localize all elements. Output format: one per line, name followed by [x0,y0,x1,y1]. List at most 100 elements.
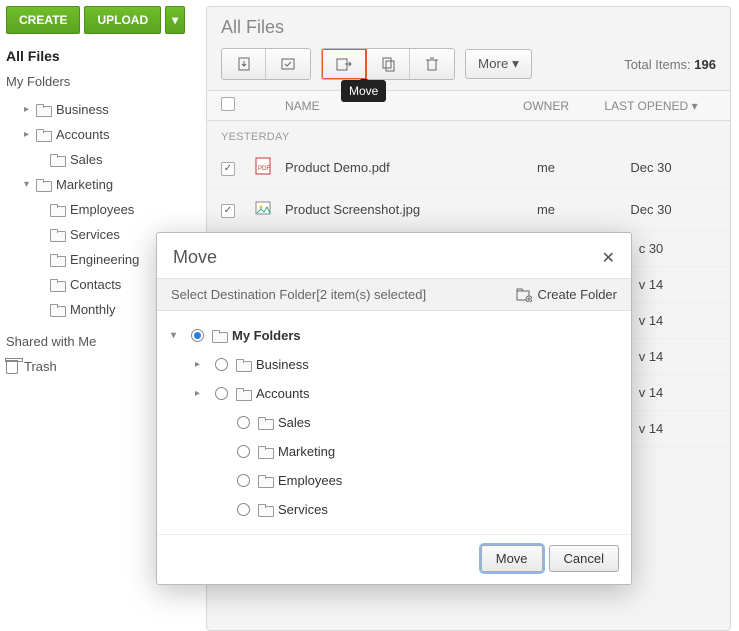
share-icon [280,56,296,72]
file-date: Dec 30 [586,202,716,217]
nav-my-folders[interactable]: My Folders [6,74,200,89]
move-icon [335,56,353,72]
tree-label: Services [70,227,120,242]
tree-item-sales[interactable]: Sales [6,147,200,172]
file-row[interactable]: ✓ Product Screenshot.jpg me Dec 30 [207,189,730,231]
dest-item-services[interactable]: Services [165,495,623,524]
chevron-down-icon: ▾ [692,99,698,113]
close-button[interactable]: ✕ [602,248,615,268]
dialog-subtitle: Select Destination Folder[2 item(s) sele… [171,287,426,302]
dest-item-my-folders[interactable]: ▾My Folders [165,321,623,350]
trash-label: Trash [24,359,57,374]
folder-icon [50,229,64,240]
select-all-checkbox[interactable] [221,97,235,111]
pdf-icon: PDF [255,157,271,175]
folder-icon [212,330,226,341]
tree-label: Contacts [70,277,121,292]
chevron-down-icon: ▾ [171,330,183,341]
folder-icon [258,446,272,457]
nav-all-files[interactable]: All Files [6,48,200,64]
tree-label: Business [56,102,109,117]
file-date: Dec 30 [586,160,716,175]
toolbar-share-button[interactable] [266,49,310,79]
col-owner[interactable]: OWNER [506,99,586,113]
folder-icon [50,304,64,315]
toolbar: More ▾ Total Items: 196 Move [207,44,730,90]
move-dialog: Move ✕ Select Destination Folder[2 item(… [156,232,632,585]
folder-icon [50,279,64,290]
tree-label: Engineering [70,252,139,267]
tree-label: Marketing [56,177,113,192]
tree-label: Sales [70,152,103,167]
radio-button[interactable] [237,445,250,458]
toolbar-delete-button[interactable] [410,49,454,79]
tree-item-employees[interactable]: Employees [6,197,200,222]
chevron-down-icon: ▾ [512,56,519,71]
folder-icon [36,129,50,140]
col-date[interactable]: LAST OPENED ▾ [586,99,716,113]
file-name: Product Demo.pdf [285,160,506,175]
file-owner: me [506,202,586,217]
tree-item-business[interactable]: ▸ Business [6,97,200,122]
folder-icon [36,179,50,190]
toolbar-copy-button[interactable] [366,49,410,79]
image-icon [255,199,271,217]
chevron-right-icon: ▸ [195,388,207,399]
total-items: Total Items: 196 [624,57,716,72]
dest-item-employees[interactable]: Employees [165,466,623,495]
move-confirm-button[interactable]: Move [481,545,543,572]
folder-icon [258,475,272,486]
dest-item-sales[interactable]: Sales [165,408,623,437]
trash-icon [6,360,18,374]
folder-icon [236,388,250,399]
file-owner: me [506,160,586,175]
chevron-right-icon: ▸ [195,359,207,370]
chevron-right-icon: ▸ [24,129,36,140]
tree-item-accounts[interactable]: ▸ Accounts [6,122,200,147]
file-name: Product Screenshot.jpg [285,202,506,217]
row-checkbox[interactable]: ✓ [221,162,235,176]
col-name[interactable]: NAME [285,99,506,113]
dialog-title: Move [173,247,217,268]
radio-button[interactable] [191,329,204,342]
tree-item-marketing[interactable]: ▾ Marketing [6,172,200,197]
create-folder-button[interactable]: Create Folder [516,287,617,302]
dest-item-accounts[interactable]: ▸Accounts [165,379,623,408]
tree-label: Accounts [56,127,109,142]
page-title: All Files [207,7,730,44]
radio-button[interactable] [237,503,250,516]
row-checkbox[interactable]: ✓ [221,204,235,218]
dest-item-business[interactable]: ▸Business [165,350,623,379]
radio-button[interactable] [237,474,250,487]
copy-icon [380,56,396,72]
toolbar-download-button[interactable] [222,49,266,79]
tree-label: Employees [70,202,134,217]
svg-text:PDF: PDF [258,166,270,172]
dest-item-marketing[interactable]: Marketing [165,437,623,466]
chevron-down-icon: ▾ [24,179,36,190]
trash-icon [425,56,439,72]
folder-icon [50,154,64,165]
toolbar-move-button[interactable] [322,49,366,79]
folder-icon [258,504,272,515]
folder-icon [258,417,272,428]
destination-tree: ▾My Folders ▸Business ▸Accounts Sales Ma… [157,311,631,534]
create-button[interactable]: CREATE [6,6,80,34]
radio-button[interactable] [215,387,228,400]
radio-button[interactable] [215,358,228,371]
create-folder-icon [516,288,532,302]
folder-icon [50,204,64,215]
group-yesterday: YESTERDAY [207,121,730,147]
folder-icon [50,254,64,265]
upload-button[interactable]: UPLOAD [84,6,161,34]
tree-label: Monthly [70,302,116,317]
upload-dropdown-button[interactable]: ▾ [165,6,185,34]
folder-icon [236,359,250,370]
toolbar-more-button[interactable]: More ▾ [465,49,532,79]
download-icon [236,56,252,72]
file-row[interactable]: ✓ PDF Product Demo.pdf me Dec 30 [207,147,730,189]
cancel-button[interactable]: Cancel [549,545,619,572]
chevron-right-icon: ▸ [24,104,36,115]
list-header: NAME OWNER LAST OPENED ▾ [207,90,730,121]
radio-button[interactable] [237,416,250,429]
